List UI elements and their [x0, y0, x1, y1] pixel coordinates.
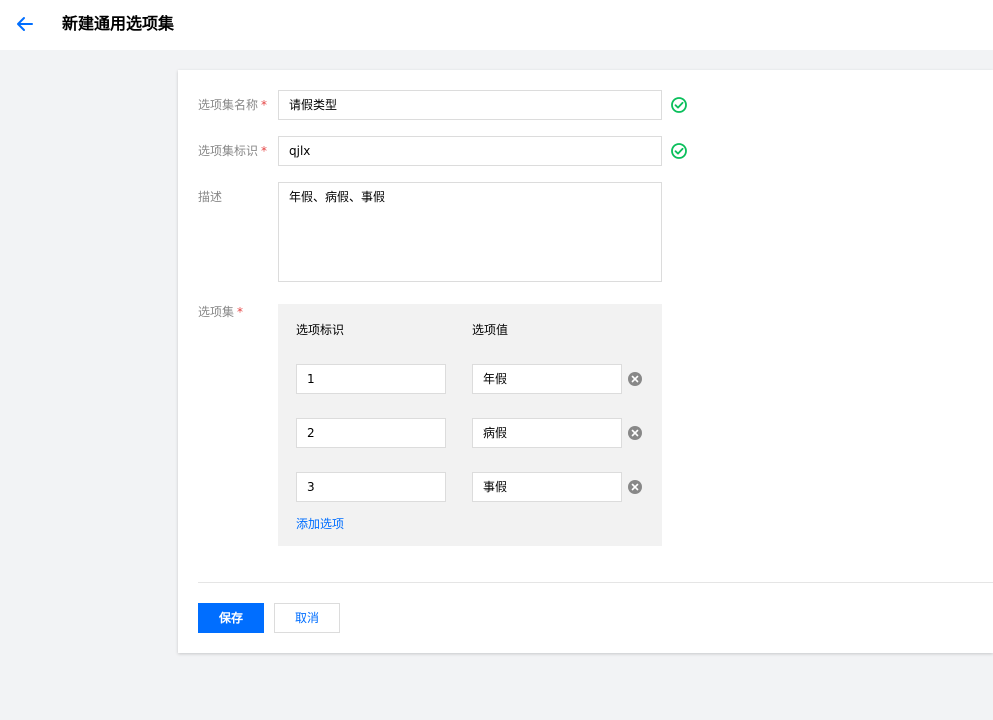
option-value-input[interactable]: 病假: [472, 418, 622, 448]
option-key-input[interactable]: 3: [296, 472, 446, 502]
add-option-link[interactable]: 添加选项: [296, 516, 344, 532]
remove-option-icon[interactable]: [627, 371, 643, 387]
back-arrow-icon[interactable]: [14, 13, 36, 35]
name-label: 选项集名称 *: [198, 97, 267, 113]
option-key-input[interactable]: 2: [296, 418, 446, 448]
options-label: 选项集 *: [198, 304, 243, 320]
identifier-label-text: 选项集标识: [198, 144, 259, 158]
remove-option-icon[interactable]: [627, 479, 643, 495]
option-value-input[interactable]: 年假: [472, 364, 622, 394]
name-input[interactable]: 请假类型: [278, 90, 662, 120]
required-mark: *: [237, 305, 244, 319]
remove-option-icon[interactable]: [627, 425, 643, 441]
option-value-input[interactable]: 事假: [472, 472, 622, 502]
description-label: 描述: [198, 190, 223, 204]
required-mark: *: [261, 144, 268, 158]
save-button[interactable]: 保存: [198, 603, 264, 633]
option-key-input[interactable]: 1: [296, 364, 446, 394]
description-textarea[interactable]: 年假、病假、事假: [278, 182, 662, 282]
option-key-header: 选项标识: [296, 323, 345, 337]
option-value-header: 选项值: [472, 323, 509, 337]
divider: [198, 582, 993, 583]
identifier-label: 选项集标识 *: [198, 143, 267, 159]
options-editor: 选项标识 选项值 1 年假 2 病假 3 事假 添加选项: [278, 304, 662, 546]
page-title: 新建通用选项集: [62, 14, 175, 33]
required-mark: *: [261, 98, 268, 112]
cancel-button[interactable]: 取消: [274, 603, 340, 633]
top-bar: 新建通用选项集: [0, 0, 993, 50]
name-label-text: 选项集名称: [198, 98, 259, 112]
form-card: 选项集名称 * 请假类型 选项集标识 * qjlx 描述 年假、病假、事假 选项集 *…: [178, 70, 993, 653]
options-label-text: 选项集: [198, 305, 235, 319]
check-circle-icon: [670, 142, 688, 160]
check-circle-icon: [670, 96, 688, 114]
identifier-input[interactable]: qjlx: [278, 136, 662, 166]
